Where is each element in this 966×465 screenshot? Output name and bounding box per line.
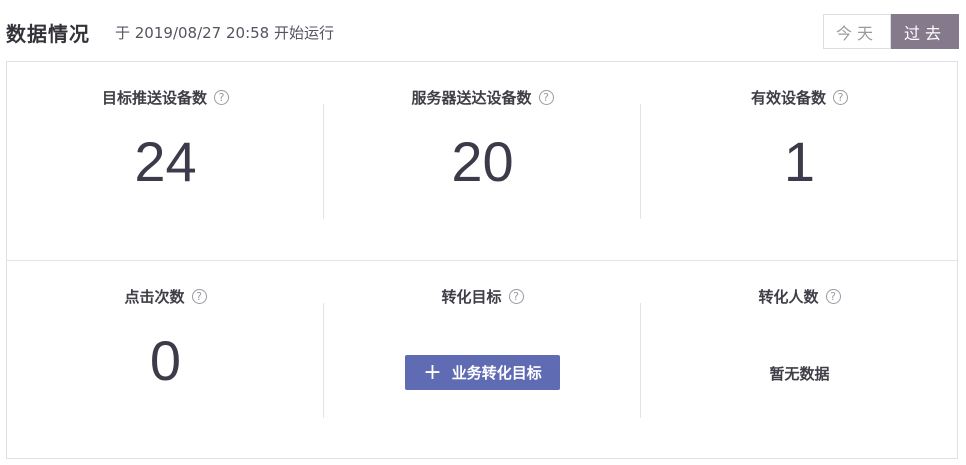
- stat-server-delivered-devices: 服务器送达设备数 ? 20: [324, 62, 641, 260]
- stat-label: 转化人数: [758, 288, 819, 306]
- stat-label: 服务器送达设备数: [411, 89, 532, 107]
- page-title: 数据情况: [6, 22, 90, 46]
- help-icon[interactable]: ?: [214, 90, 229, 105]
- stat-value: 20: [451, 130, 514, 193]
- stats-panel: 目标推送设备数 ? 24 服务器送达设备数 ? 20 有效设备数 ? 1 点击次…: [6, 61, 958, 459]
- help-icon[interactable]: ?: [825, 289, 841, 304]
- stat-valid-devices: 有效设备数 ? 1: [641, 62, 958, 260]
- stat-value: 24: [134, 130, 197, 193]
- help-icon[interactable]: ?: [191, 289, 207, 304]
- help-icon[interactable]: ?: [833, 90, 848, 105]
- past-button[interactable]: 过去: [891, 14, 959, 49]
- button-label: 业务转化目标: [451, 364, 542, 382]
- help-icon[interactable]: ?: [508, 289, 524, 304]
- plus-icon: +: [423, 359, 442, 385]
- add-conversion-goal-button[interactable]: + 业务转化目标: [405, 355, 560, 390]
- stats-row-1: 目标推送设备数 ? 24 服务器送达设备数 ? 20 有效设备数 ? 1: [7, 62, 957, 260]
- stat-label: 目标推送设备数: [101, 89, 207, 107]
- stat-label: 转化目标: [441, 288, 502, 306]
- stat-converted-users: 转化人数 ? 暂无数据: [641, 261, 958, 459]
- stat-label: 点击次数: [124, 288, 185, 306]
- stats-row-2: 点击次数 ? 0 转化目标 ? + 业务转化目标 转化人数 ? 暂无数据: [7, 261, 957, 459]
- stat-label: 有效设备数: [750, 89, 826, 107]
- run-start-info: 于 2019/08/27 20:58 开始运行: [115, 24, 334, 42]
- empty-state-text: 暂无数据: [769, 365, 830, 383]
- page-header: 数据情况 于 2019/08/27 20:58 开始运行 今天 过去: [0, 0, 966, 62]
- today-button[interactable]: 今天: [823, 14, 891, 49]
- stat-conversion-goal: 转化目标 ? + 业务转化目标: [324, 261, 641, 459]
- stat-value: 0: [149, 329, 182, 392]
- period-toggle: 今天 过去: [823, 14, 959, 49]
- stat-clicks: 点击次数 ? 0: [7, 261, 324, 459]
- help-icon[interactable]: ?: [538, 90, 554, 105]
- stat-target-push-devices: 目标推送设备数 ? 24: [7, 62, 324, 260]
- stat-value: 1: [783, 130, 816, 193]
